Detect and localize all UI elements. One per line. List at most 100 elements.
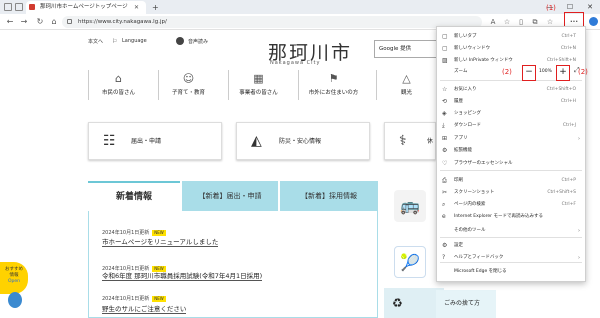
menu-item[interactable]: ⊞ アプリ ›: [436, 133, 586, 145]
category-health[interactable]: ⚕ 休: [384, 122, 436, 160]
nav-citizens[interactable]: ⌂ 市民の皆さん: [88, 70, 148, 100]
menu-item[interactable]: ▢ 新しいタブ Ctrl+T: [436, 31, 586, 43]
menu-item[interactable]: Microsoft Edge を閉じる: [436, 266, 586, 278]
gomi-link[interactable]: ごみの捨て方: [436, 290, 496, 318]
zoom-label: ズーム: [454, 69, 468, 74]
news-date: 2024年10月1日更新 NEW: [102, 295, 166, 302]
osusume-open: Open: [7, 279, 21, 284]
menu-item-icon: ▢: [442, 45, 448, 52]
copilot-icon[interactable]: [589, 17, 598, 26]
menu-item-label: 設定: [454, 243, 463, 248]
menu-item-label: 新しい InPrivate ウィンドウ: [454, 58, 513, 63]
workspaces-icon[interactable]: [4, 3, 12, 11]
site-search-input[interactable]: Google 提供: [374, 40, 438, 58]
osusume-label: おすすめ: [5, 267, 23, 272]
category-disaster[interactable]: ◭ 防災・安心情報: [236, 122, 370, 160]
back-icon[interactable]: ←: [4, 15, 16, 29]
browser-tab[interactable]: 那珂川市ホームページトップページ: [26, 1, 146, 14]
news-link[interactable]: 令和6年度 那珂川市職員採用試験(令和7年4月1日採用): [102, 272, 263, 281]
menu-item[interactable]: その他のツール ›: [436, 225, 586, 237]
nav-childcare[interactable]: ☺ 子育て・教育: [158, 70, 218, 100]
nav-label: 市民の皆さん: [101, 90, 135, 96]
forward-icon[interactable]: →: [18, 15, 30, 29]
menu-item-shortcut: Ctrl+H: [560, 99, 576, 104]
osusume-label2: 情報: [9, 273, 19, 278]
annotation-2-plus: (2): [578, 68, 588, 76]
nav-tourism[interactable]: △ 観光: [376, 70, 436, 100]
nav-label: 子育て・教育: [171, 90, 205, 96]
menu-item[interactable]: e Internet Explorer モードで再読み込みする: [436, 211, 586, 223]
zoom-value: 100%: [539, 69, 552, 74]
business-icon: ▦: [253, 72, 264, 85]
document-icon: ☷: [103, 133, 116, 149]
new-tab-button[interactable]: +: [152, 1, 159, 14]
menu-item[interactable]: ◈ ショッピング: [436, 108, 586, 120]
menu-item[interactable]: ▢ 新しいウィンドウ Ctrl+N: [436, 43, 586, 55]
annotation-1: (1): [546, 4, 556, 12]
news-date: 2024年10月1日更新 NEW: [102, 265, 166, 272]
megaphone-icon: ◭: [251, 133, 262, 149]
tab-actions-icon[interactable]: [15, 3, 23, 11]
sports-icon[interactable]: 🎾: [394, 246, 426, 278]
category-label: 届出・申請: [131, 138, 162, 145]
news-link[interactable]: 市ホームページをリニューアルしました: [102, 238, 219, 247]
menu-item[interactable]: ⚙ 設定: [436, 240, 586, 252]
tab-recruitment[interactable]: 【新着】採用情報: [280, 181, 378, 211]
menu-item-label: スクリーンショット: [454, 190, 495, 195]
lock-icon[interactable]: [67, 19, 72, 24]
language-link[interactable]: Language: [122, 38, 147, 44]
nav-label: 事業者の皆さん: [239, 90, 278, 96]
nav-business[interactable]: ▦ 事業者の皆さん: [228, 70, 288, 100]
favicon-icon: [29, 4, 35, 10]
menu-item-icon: ♡: [442, 160, 448, 167]
category-label: 防災・安心情報: [279, 138, 322, 145]
menu-item[interactable]: ⌕ ページ内の検索 Ctrl+F: [436, 199, 586, 211]
menu-item-icon: ⟲: [442, 98, 448, 105]
menu-item-icon: ✂: [442, 189, 448, 196]
menu-item-label: 拡張機能: [454, 148, 472, 153]
family-icon: ☺: [182, 72, 195, 85]
menu-item[interactable]: ⎙ 印刷 Ctrl+P: [436, 175, 586, 187]
nav-outside[interactable]: ⚑ 市外にお住まいの方: [298, 70, 368, 100]
menu-item-label: アプリ: [454, 136, 468, 141]
home-icon[interactable]: ⌂: [48, 15, 60, 29]
menu-item-label: Microsoft Edge を閉じる: [454, 269, 507, 274]
tab-title: 那珂川市ホームページトップページ: [40, 4, 128, 10]
menu-item[interactable]: ⤓ ダウンロード Ctrl+J: [436, 120, 586, 132]
skip-link[interactable]: 本文へ: [88, 38, 103, 45]
menu-item-icon: e: [442, 213, 446, 220]
house-icon: ⌂: [115, 72, 122, 85]
menu-separator: [440, 262, 582, 263]
nav-label: 市外にお住まいの方: [308, 90, 359, 96]
menu-item[interactable]: ✂ スクリーンショット Ctrl+Shift+S: [436, 187, 586, 199]
tab-news[interactable]: 新着情報: [88, 181, 180, 211]
category-applications[interactable]: ☷ 届出・申請: [88, 122, 222, 160]
menu-item-shortcut: Ctrl+P: [561, 178, 577, 183]
read-aloud-link[interactable]: 音声読み: [188, 38, 208, 45]
refresh-icon[interactable]: ↻: [34, 15, 46, 29]
recommended-info[interactable]: おすすめ 情報 Open: [0, 262, 28, 294]
chevron-right-icon: ›: [578, 228, 580, 234]
people-icon: ⚑: [328, 72, 339, 85]
news-link[interactable]: 野生のサルにご注意ください: [102, 305, 187, 314]
menu-item-icon: ⊞: [442, 135, 448, 142]
menu-item-shortcut: Ctrl+N: [560, 46, 576, 51]
language-icon: ⚐: [112, 38, 118, 45]
menu-item-label: Internet Explorer モードで再読み込みする: [454, 214, 543, 219]
menu-item[interactable]: ⟲ 履歴 Ctrl+H: [436, 96, 586, 108]
address-bar[interactable]: https://www.city.nakagawa.lg.jp/: [62, 16, 482, 28]
menu-separator: [440, 170, 582, 171]
new-badge: NEW: [152, 295, 166, 302]
menu-item[interactable]: ♡ ブラウザーのエッセンシャル: [436, 158, 586, 170]
menu-item[interactable]: ⚙ 拡張機能: [436, 145, 586, 157]
tab-applications[interactable]: 【新着】届出・申請: [182, 181, 278, 211]
close-tab-icon[interactable]: ✕: [134, 1, 139, 14]
menu-separator: [440, 237, 582, 238]
menu-item-label: お気に入り: [454, 87, 477, 92]
menu-item[interactable]: ☆ お気に入り Ctrl+Shift+O: [436, 84, 586, 96]
speaker-icon: [176, 37, 184, 45]
zoom-in-button[interactable]: +: [557, 67, 569, 79]
menu-item-shortcut: Ctrl+Shift+O: [546, 87, 576, 92]
bus-icon[interactable]: 🚌: [394, 190, 426, 222]
zoom-out-button[interactable]: −: [523, 67, 535, 79]
